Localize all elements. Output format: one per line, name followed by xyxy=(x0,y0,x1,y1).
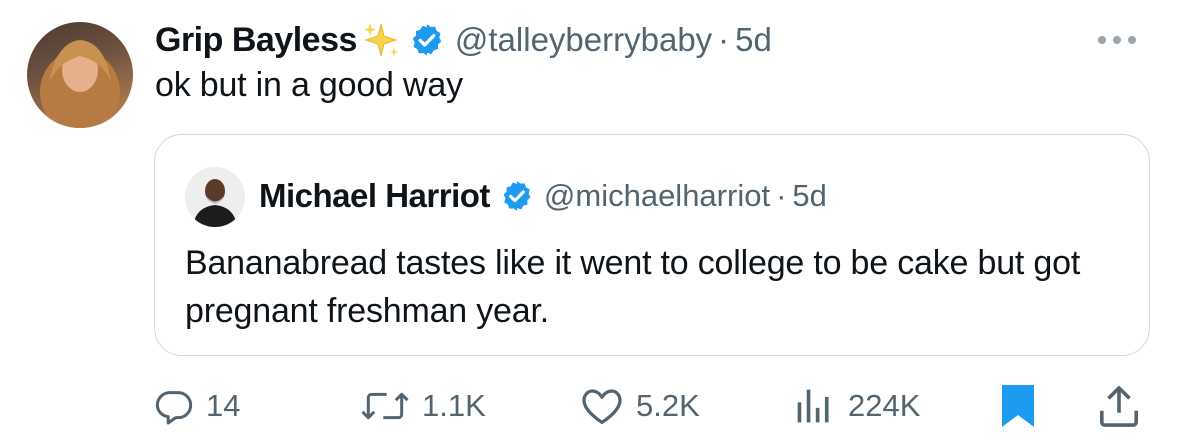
quoted-tweet-header: Michael Harriot @michaelharriot · 5d xyxy=(259,173,827,219)
separator: · xyxy=(776,178,787,213)
timestamp[interactable]: 5d xyxy=(735,21,772,59)
author-avatar[interactable] xyxy=(27,22,133,128)
share-icon xyxy=(1098,384,1140,428)
repost-button[interactable]: 1.1K xyxy=(360,378,486,434)
share-button[interactable] xyxy=(1098,378,1140,434)
more-icon[interactable] xyxy=(1098,30,1144,50)
views-count: 224K xyxy=(848,388,921,423)
sparkles-icon xyxy=(361,20,401,60)
quoted-author-handle[interactable]: @michaelharriot xyxy=(544,178,770,214)
reply-count: 14 xyxy=(206,388,241,423)
tweet-header: Grip Bayless @talleyberrybaby · 5d xyxy=(155,18,772,62)
repost-icon xyxy=(360,386,410,426)
bookmark-button[interactable] xyxy=(1000,378,1036,434)
quoted-author-avatar[interactable] xyxy=(185,167,245,227)
bookmark-icon xyxy=(1000,383,1036,429)
reply-icon xyxy=(154,386,194,426)
like-count: 5.2K xyxy=(636,388,700,423)
tweet-text: ok but in a good way xyxy=(155,66,463,104)
verified-badge-icon xyxy=(500,179,534,213)
author-display-name[interactable]: Grip Bayless xyxy=(155,21,357,60)
action-bar: 14 1.1K 5.2K 224K xyxy=(0,378,1179,434)
views-icon xyxy=(792,386,836,426)
quoted-tweet-text: Bananabread tastes like it went to colle… xyxy=(185,244,1081,330)
like-button[interactable]: 5.2K xyxy=(580,378,700,434)
like-icon xyxy=(580,386,624,426)
repost-count: 1.1K xyxy=(422,388,486,423)
verified-badge-icon xyxy=(409,22,445,58)
separator: · xyxy=(718,21,730,58)
reply-button[interactable]: 14 xyxy=(154,378,240,434)
author-handle[interactable]: @talleyberrybaby xyxy=(455,21,712,59)
views-button[interactable]: 224K xyxy=(792,378,920,434)
quoted-author-display-name[interactable]: Michael Harriot xyxy=(259,177,490,215)
quoted-timestamp[interactable]: 5d xyxy=(792,178,826,214)
quoted-tweet-card[interactable]: Michael Harriot @michaelharriot · 5d Ban… xyxy=(154,134,1150,356)
